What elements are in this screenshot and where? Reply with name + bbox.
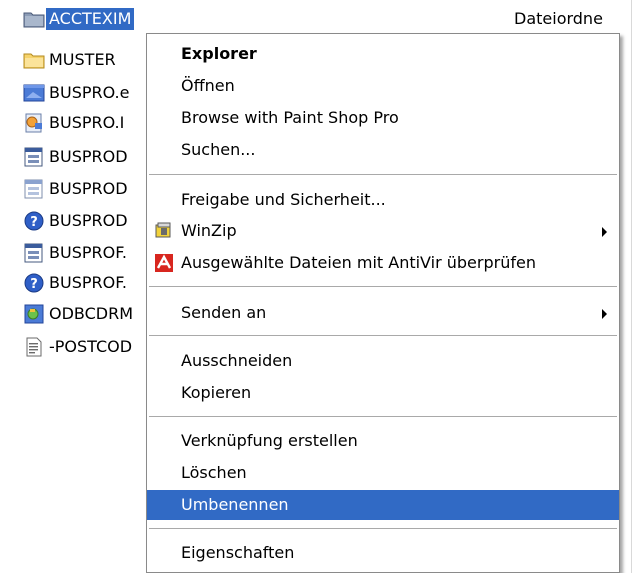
form-file-icon xyxy=(23,147,45,167)
menu-item-label: Umbenennen xyxy=(181,495,289,514)
exe-window-icon xyxy=(23,83,45,103)
menu-item-winzip[interactable]: WinZip xyxy=(147,216,619,246)
file-row[interactable]: ACCTEXIM Dateiordne xyxy=(0,6,638,32)
submenu-arrow-icon xyxy=(602,227,607,237)
menu-item-properties[interactable]: Eigenschaften xyxy=(147,538,619,568)
help-file-icon: ? xyxy=(23,211,45,231)
menu-item-label: Suchen... xyxy=(181,140,256,159)
menu-item-label: Verknüpfung erstellen xyxy=(181,431,358,450)
menu-item-delete[interactable]: Löschen xyxy=(147,458,619,488)
settings-file-icon xyxy=(23,113,45,133)
help-file-icon: ? xyxy=(23,273,45,293)
menu-item-explorer[interactable]: Explorer xyxy=(147,39,619,69)
folder-icon xyxy=(23,50,45,70)
file-name[interactable]: BUSPROD xyxy=(49,178,128,200)
menu-item-label: Kopieren xyxy=(181,383,252,402)
menu-item-antivir-scan[interactable]: Ausgewählte Dateien mit AntiVir überprüf… xyxy=(147,248,619,278)
context-menu: Explorer Öffnen Browse with Paint Shop P… xyxy=(146,33,620,573)
file-name[interactable]: BUSPROD xyxy=(49,210,128,232)
menu-item-label: Öffnen xyxy=(181,76,235,95)
file-name[interactable]: BUSPRO.I xyxy=(49,112,124,134)
file-name[interactable]: MUSTER xyxy=(49,49,116,71)
menu-separator xyxy=(149,174,617,175)
menu-separator xyxy=(149,286,617,287)
window-edge xyxy=(631,0,638,573)
menu-item-label: Senden an xyxy=(181,303,267,322)
menu-item-search[interactable]: Suchen... xyxy=(147,135,619,165)
winzip-icon xyxy=(153,221,175,241)
form-file-icon xyxy=(23,243,45,263)
menu-item-label: Freigabe und Sicherheit... xyxy=(181,190,386,209)
text-file-icon xyxy=(23,337,45,357)
menu-item-send-to[interactable]: Senden an xyxy=(147,298,619,328)
menu-item-label: Eigenschaften xyxy=(181,543,295,562)
file-name[interactable]: BUSPROF. xyxy=(49,242,127,264)
svg-text:?: ? xyxy=(30,215,38,230)
file-name[interactable]: ODBCDRM xyxy=(49,303,133,325)
file-name[interactable]: -POSTCOD xyxy=(49,336,132,358)
menu-item-label: WinZip xyxy=(181,221,237,240)
menu-item-label: Löschen xyxy=(181,463,247,482)
menu-separator xyxy=(149,335,617,336)
submenu-arrow-icon xyxy=(602,309,607,319)
menu-item-cut[interactable]: Ausschneiden xyxy=(147,346,619,376)
svg-text:?: ? xyxy=(30,277,38,292)
form-file-icon xyxy=(23,179,45,199)
menu-separator xyxy=(149,528,617,529)
menu-item-label: Ausschneiden xyxy=(181,351,293,370)
file-name[interactable]: ACCTEXIM xyxy=(46,8,135,30)
file-name[interactable]: BUSPRO.e xyxy=(49,82,129,104)
menu-item-label: Browse with Paint Shop Pro xyxy=(181,108,399,127)
file-type: Dateiordne xyxy=(514,9,603,28)
menu-separator xyxy=(149,416,617,417)
odbc-file-icon xyxy=(23,304,45,324)
antivir-icon xyxy=(153,253,175,273)
file-name[interactable]: BUSPROF. xyxy=(49,272,127,294)
menu-item-create-shortcut[interactable]: Verknüpfung erstellen xyxy=(147,426,619,456)
menu-item-rename[interactable]: Umbenennen xyxy=(147,490,619,520)
menu-item-sharing-security[interactable]: Freigabe und Sicherheit... xyxy=(147,185,619,215)
menu-item-browse-paint-shop-pro[interactable]: Browse with Paint Shop Pro xyxy=(147,103,619,133)
file-name[interactable]: BUSPROD xyxy=(49,146,128,168)
menu-item-label: Explorer xyxy=(181,44,257,63)
folder-icon xyxy=(23,9,45,29)
menu-item-label: Ausgewählte Dateien mit AntiVir überprüf… xyxy=(181,253,536,272)
menu-item-copy[interactable]: Kopieren xyxy=(147,378,619,408)
menu-item-open[interactable]: Öffnen xyxy=(147,71,619,101)
